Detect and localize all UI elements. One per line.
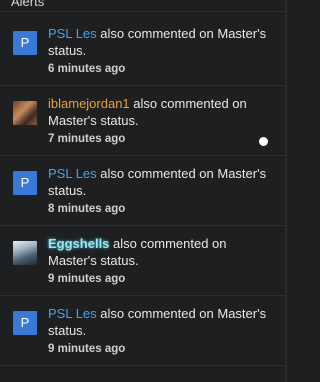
alert-content: Eggshells also commented on Master's sta… (48, 235, 267, 288)
user-avatar[interactable]: P (13, 171, 37, 195)
alert-content: iblamejordan1 also commented on Master's… (48, 95, 267, 148)
user-avatar[interactable] (13, 101, 37, 125)
alert-content: PSL Les also commented on Master's statu… (48, 305, 267, 358)
alert-time: 9 minutes ago (48, 343, 126, 355)
user-avatar[interactable]: P (13, 31, 37, 55)
user-avatar[interactable]: P (13, 311, 37, 335)
unread-indicator-icon[interactable] (259, 137, 268, 146)
alerts-list: P PSL Les also commented on Master's sta… (0, 16, 285, 366)
alert-username[interactable]: Eggshells (48, 236, 109, 251)
alert-time: 7 minutes ago (48, 133, 126, 145)
alerts-header: Alerts (0, 0, 285, 12)
alert-time: 9 minutes ago (48, 273, 126, 285)
alerts-panel: Alerts P PSL Les also commented on Maste… (0, 0, 287, 382)
alert-time: 6 minutes ago (48, 63, 126, 75)
alert-item[interactable]: iblamejordan1 also commented on Master's… (0, 86, 285, 156)
alert-item[interactable]: Eggshells also commented on Master's sta… (0, 226, 285, 296)
alert-item[interactable]: P PSL Les also commented on Master's sta… (0, 156, 285, 226)
alert-item[interactable]: P PSL Les also commented on Master's sta… (0, 16, 285, 86)
alert-username[interactable]: PSL Les (48, 306, 97, 321)
alert-username[interactable]: PSL Les (48, 26, 97, 41)
alert-content: PSL Les also commented on Master's statu… (48, 25, 267, 78)
alert-username[interactable]: PSL Les (48, 166, 97, 181)
alert-time: 8 minutes ago (48, 203, 126, 215)
user-avatar[interactable] (13, 241, 37, 265)
alert-content: PSL Les also commented on Master's statu… (48, 165, 267, 218)
alert-item[interactable]: P PSL Les also commented on Master's sta… (0, 296, 285, 366)
alert-username[interactable]: iblamejordan1 (48, 96, 130, 111)
